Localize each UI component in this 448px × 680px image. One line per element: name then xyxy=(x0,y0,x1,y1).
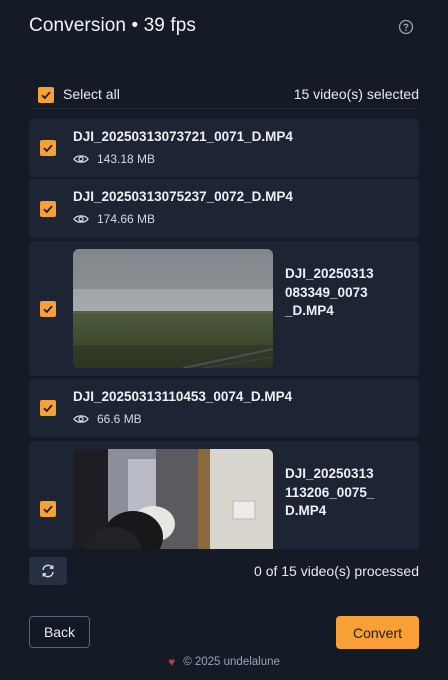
video-checkbox[interactable] xyxy=(40,501,56,517)
page-title: Conversion • 39 fps xyxy=(29,15,196,36)
refresh-button[interactable] xyxy=(29,557,67,585)
check-icon xyxy=(43,205,53,214)
refresh-icon xyxy=(42,564,54,578)
list-item: DJI_20250313073721_0071_D.MP4 143.18 MB xyxy=(29,119,419,177)
back-button[interactable]: Back xyxy=(29,616,90,648)
video-checkbox[interactable] xyxy=(40,140,56,156)
list-item: DJI_20250313110453_0074_D.MP4 66.6 MB xyxy=(29,379,419,437)
progress-row: 0 of 15 video(s) processed xyxy=(29,557,419,585)
check-icon xyxy=(43,144,53,153)
video-filename: DJI_20250313113206_0075_D.MP4 xyxy=(285,466,375,518)
field-thumbnail-image xyxy=(73,249,273,368)
video-size-row: 174.66 MB xyxy=(73,212,155,226)
processed-status: 0 of 15 video(s) processed xyxy=(254,563,419,579)
video-filename: DJI_20250313083349_0073_D.MP4 xyxy=(285,266,374,318)
select-all-checkbox[interactable] xyxy=(38,87,54,103)
video-list[interactable]: DJI_20250313073721_0071_D.MP4 143.18 MB … xyxy=(29,119,419,549)
convert-button[interactable]: Convert xyxy=(336,616,419,649)
eye-icon[interactable] xyxy=(73,153,89,165)
eye-icon[interactable] xyxy=(73,213,89,225)
hallway-thumbnail-image xyxy=(73,449,273,549)
check-icon xyxy=(43,404,53,413)
select-all-row: Select all 15 video(s) selected xyxy=(29,82,419,109)
list-item: DJI_20250313113206_0075_D.MP4 xyxy=(29,441,419,549)
selected-count: 15 video(s) selected xyxy=(293,86,419,102)
footer-credit: ♥ © 2025 undelalune xyxy=(0,655,448,669)
heart-icon: ♥ xyxy=(168,655,176,669)
video-filename: DJI_20250313110453_0074_D.MP4 xyxy=(73,389,293,404)
header: Conversion • 39 fps xyxy=(0,0,448,56)
check-icon xyxy=(43,505,53,514)
video-checkbox[interactable] xyxy=(40,301,56,317)
video-checkbox[interactable] xyxy=(40,400,56,416)
video-size-row: 66.6 MB xyxy=(73,412,142,426)
video-size: 66.6 MB xyxy=(97,412,142,426)
check-icon xyxy=(43,305,53,314)
eye-icon[interactable] xyxy=(73,413,89,425)
list-item: DJI_20250313075237_0072_D.MP4 174.66 MB xyxy=(29,179,419,238)
credit-text: © 2025 undelalune xyxy=(183,656,280,668)
video-filename: DJI_20250313073721_0071_D.MP4 xyxy=(73,129,293,144)
video-checkbox[interactable] xyxy=(40,201,56,217)
list-item: DJI_20250313083349_0073_D.MP4 xyxy=(29,241,419,376)
select-all-label[interactable]: Select all xyxy=(63,86,120,102)
video-size-row: 143.18 MB xyxy=(73,152,155,166)
video-size: 143.18 MB xyxy=(97,152,156,166)
video-thumbnail[interactable] xyxy=(73,249,273,368)
video-filename: DJI_20250313075237_0072_D.MP4 xyxy=(73,189,293,204)
help-circle-icon[interactable] xyxy=(398,19,414,35)
video-size: 174.66 MB xyxy=(97,212,156,226)
video-thumbnail[interactable] xyxy=(73,449,273,549)
check-icon xyxy=(41,91,51,100)
